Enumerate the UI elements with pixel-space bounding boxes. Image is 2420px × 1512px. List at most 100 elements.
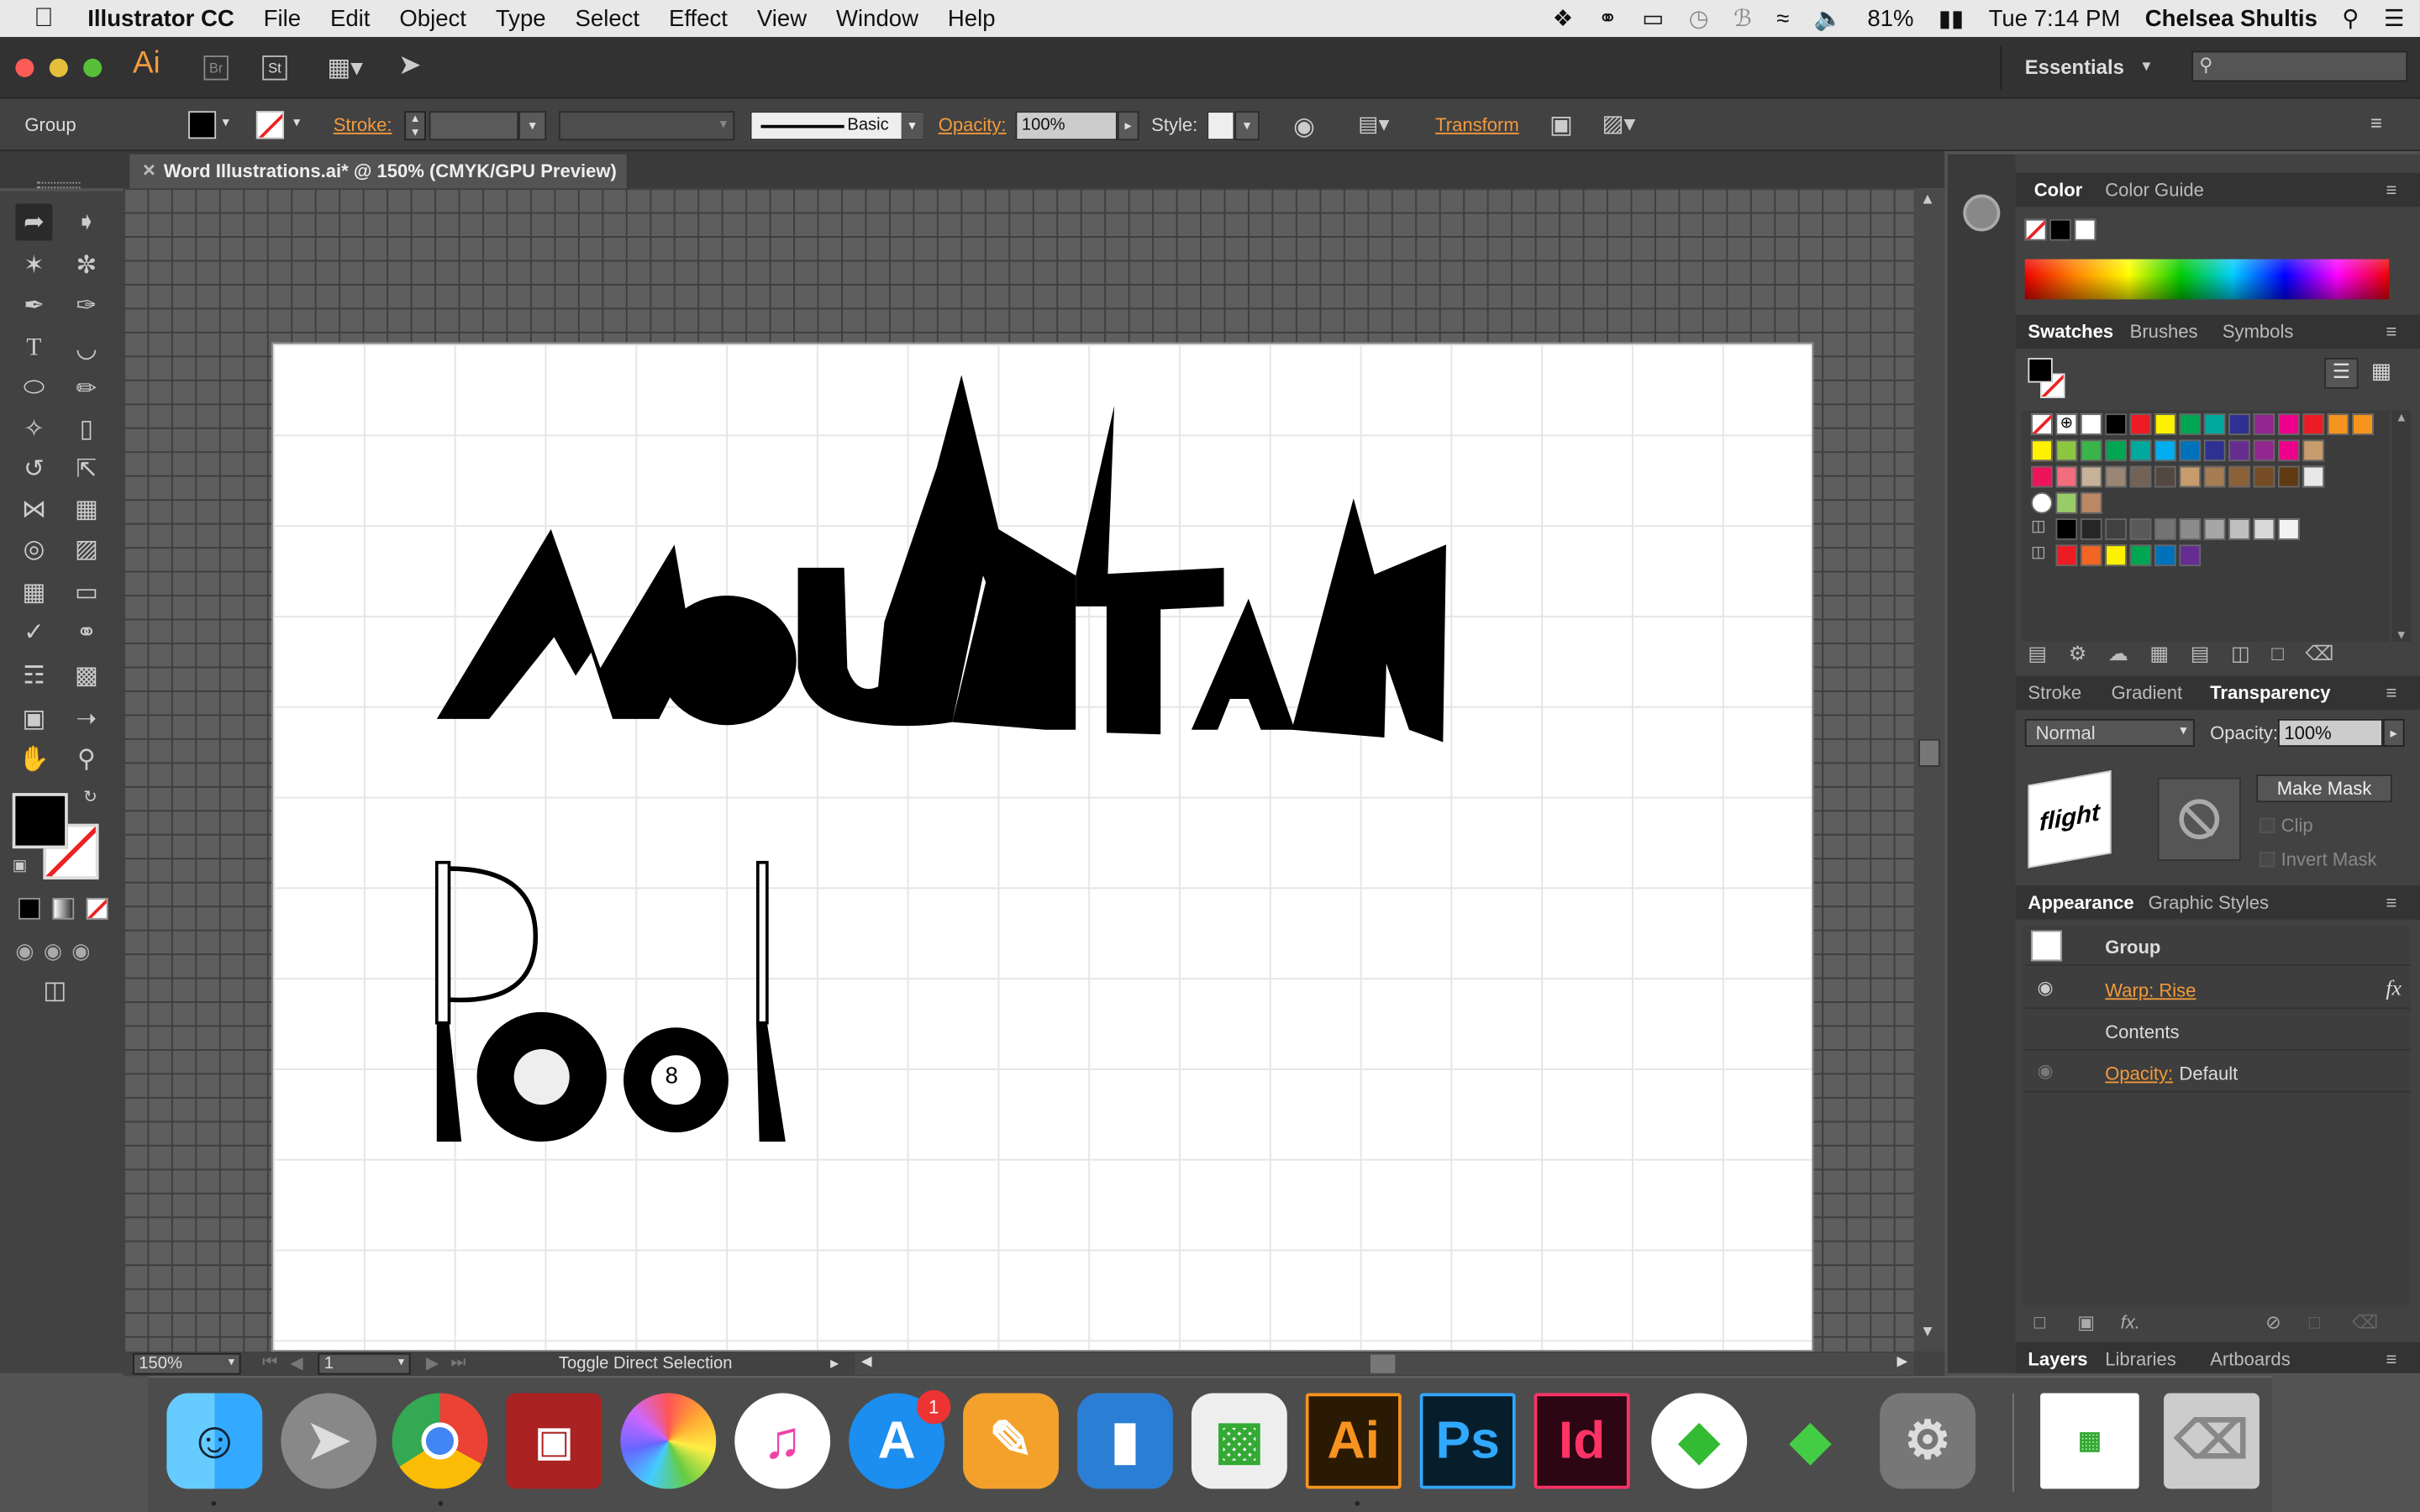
close-tab-icon[interactable]: ✕: [142, 160, 156, 181]
panel-menu-icon[interactable]: ≡: [2386, 321, 2397, 343]
menu-object[interactable]: Object: [399, 5, 466, 31]
color-swatch[interactable]: [2105, 518, 2127, 540]
hand-tool-icon[interactable]: ✋: [15, 741, 52, 778]
color-swatch[interactable]: [2129, 544, 2152, 567]
panel-menu-icon[interactable]: ≡: [2386, 1348, 2397, 1370]
color-swatch[interactable]: [2302, 413, 2325, 435]
tab-layers[interactable]: Layers: [2028, 1348, 2087, 1370]
stroke-weight-dropdown[interactable]: ▾: [518, 111, 547, 141]
spotlight-icon[interactable]: ⚲: [2342, 5, 2359, 32]
color-swatch[interactable]: [2228, 518, 2250, 540]
rotate-tool-icon[interactable]: ↺: [15, 450, 52, 487]
clip-checkbox[interactable]: [2259, 817, 2275, 833]
color-swatch[interactable]: [2203, 413, 2226, 435]
pages-icon[interactable]: ✎: [963, 1393, 1059, 1489]
color-none-swatch[interactable]: [2024, 218, 2047, 241]
color-swatch[interactable]: [2154, 465, 2176, 488]
dropbox-icon[interactable]: ❖: [1553, 5, 1574, 32]
delete-swatch-icon[interactable]: ⌫: [2305, 642, 2354, 665]
add-effect-icon[interactable]: fx.: [2121, 1311, 2140, 1333]
fx-icon[interactable]: fx: [2386, 978, 2402, 1002]
menu-file[interactable]: File: [264, 5, 301, 31]
line-segment-tool-icon[interactable]: ◡: [68, 330, 105, 367]
tab-transparency[interactable]: Transparency: [2210, 682, 2330, 704]
color-swatch[interactable]: [2179, 518, 2202, 540]
panel-menu-icon[interactable]: ≡: [2386, 179, 2397, 201]
align-to-selection-icon[interactable]: ▤▾: [1358, 111, 1389, 137]
none-mode-button[interactable]: [86, 897, 108, 920]
scale-tool-icon[interactable]: ⇱: [68, 450, 105, 487]
gpu-performance-icon[interactable]: ➤: [398, 50, 422, 82]
color-swatch[interactable]: [2253, 518, 2275, 540]
color-swatch[interactable]: [2352, 413, 2374, 435]
color-swatch[interactable]: [2203, 465, 2226, 488]
horizontal-scroll-thumb[interactable]: [1370, 1354, 1396, 1373]
numbers-icon[interactable]: ▩: [1191, 1393, 1287, 1489]
color-swatch[interactable]: [2228, 465, 2250, 488]
launchpad-icon[interactable]: ➤: [281, 1393, 377, 1489]
visibility-eye-icon[interactable]: ◉: [2037, 977, 2053, 999]
artboard-tool-icon[interactable]: ▣: [15, 701, 52, 738]
fill-dropdown-icon[interactable]: ▾: [222, 114, 229, 131]
direct-selection-tool-icon[interactable]: ➧: [68, 203, 105, 240]
color-swatch[interactable]: [2105, 465, 2127, 488]
perspective-grid-tool-icon[interactable]: ▨: [68, 531, 105, 568]
ellipse-tool-icon[interactable]: ⬭: [15, 370, 52, 407]
opacity-arrow[interactable]: ▸: [1117, 111, 1139, 141]
cc-libraries-icon[interactable]: ☁: [2108, 642, 2150, 665]
selection-tool-icon[interactable]: ➦: [15, 203, 53, 241]
lasso-tool-icon[interactable]: ✼: [68, 247, 105, 284]
stroke-swatch[interactable]: [255, 111, 284, 139]
brush-definition[interactable]: Basic ▾: [750, 111, 923, 141]
menu-effect[interactable]: Effect: [669, 5, 728, 31]
graphic-style-dropdown[interactable]: ▾: [1234, 111, 1260, 141]
bridge-button[interactable]: Br: [203, 55, 229, 81]
clear-appearance-icon[interactable]: ⊘: [2265, 1311, 2281, 1333]
gradient-tool-icon[interactable]: ▭: [68, 574, 105, 611]
last-artboard-icon[interactable]: ⏭: [450, 1353, 466, 1373]
next-artboard-icon[interactable]: ▶: [426, 1353, 439, 1373]
eyedropper-tool-icon[interactable]: ✓: [15, 614, 52, 651]
cc-icon[interactable]: ⚭: [1598, 5, 1618, 32]
screen-mode-icon[interactable]: ◫: [43, 975, 66, 1006]
trash-icon[interactable]: ⌫: [2164, 1393, 2260, 1489]
color-swatch[interactable]: [2129, 413, 2152, 435]
tab-artboards[interactable]: Artboards: [2210, 1348, 2291, 1370]
transparency-opacity-field[interactable]: 100%: [2277, 718, 2383, 747]
finder-icon[interactable]: ☺: [166, 1393, 263, 1489]
fill-swatch[interactable]: [188, 111, 217, 139]
color-swatch[interactable]: [2129, 518, 2152, 540]
color-swatch[interactable]: [2080, 439, 2102, 462]
zoom-window-button[interactable]: [83, 58, 103, 77]
color-swatch[interactable]: [2055, 465, 2078, 488]
appearance-row-opacity[interactable]: ◉ Opacity: Default: [2024, 1053, 2411, 1093]
tab-gradient[interactable]: Gradient: [2112, 682, 2183, 704]
color-swatch[interactable]: [2129, 465, 2152, 488]
menu-view[interactable]: View: [757, 5, 807, 31]
minimize-window-button[interactable]: [49, 58, 68, 77]
opacity-label[interactable]: Opacity:: [939, 114, 1007, 136]
slice-tool-icon[interactable]: ➝: [68, 701, 105, 738]
color-swatch[interactable]: [2228, 413, 2250, 435]
keynote-icon[interactable]: ▮: [1077, 1393, 1173, 1489]
curvature-tool-icon[interactable]: ✑: [68, 287, 105, 324]
volume-icon[interactable]: 🔈: [1814, 5, 1843, 32]
photos-icon[interactable]: [620, 1393, 717, 1489]
color-group-folder-icon[interactable]: ◫: [2031, 518, 2045, 535]
panel-menu-icon[interactable]: ≡: [2386, 892, 2397, 914]
width-tool-icon[interactable]: ⋈: [15, 491, 52, 528]
symbol-sprayer-tool-icon[interactable]: ☶: [15, 657, 52, 694]
show-kinds-icon[interactable]: ⚙: [2069, 642, 2108, 665]
chrome-icon[interactable]: [392, 1393, 488, 1489]
panel-menu-icon[interactable]: ≡: [2386, 682, 2397, 704]
menu-select[interactable]: Select: [576, 5, 640, 31]
control-panel-menu-icon[interactable]: ≡: [2370, 111, 2382, 134]
color-swatch[interactable]: [2080, 465, 2102, 488]
stroke-dropdown-icon[interactable]: ▾: [293, 114, 300, 131]
pattern-swatch[interactable]: [2031, 491, 2053, 514]
color-swatch[interactable]: [2080, 518, 2102, 540]
user-name[interactable]: Chelsea Shultis: [2145, 5, 2317, 31]
opacity-link[interactable]: Opacity:: [2105, 1063, 2173, 1084]
notification-icon[interactable]: ☰: [2384, 5, 2405, 32]
itunes-icon[interactable]: ♫: [734, 1393, 831, 1489]
